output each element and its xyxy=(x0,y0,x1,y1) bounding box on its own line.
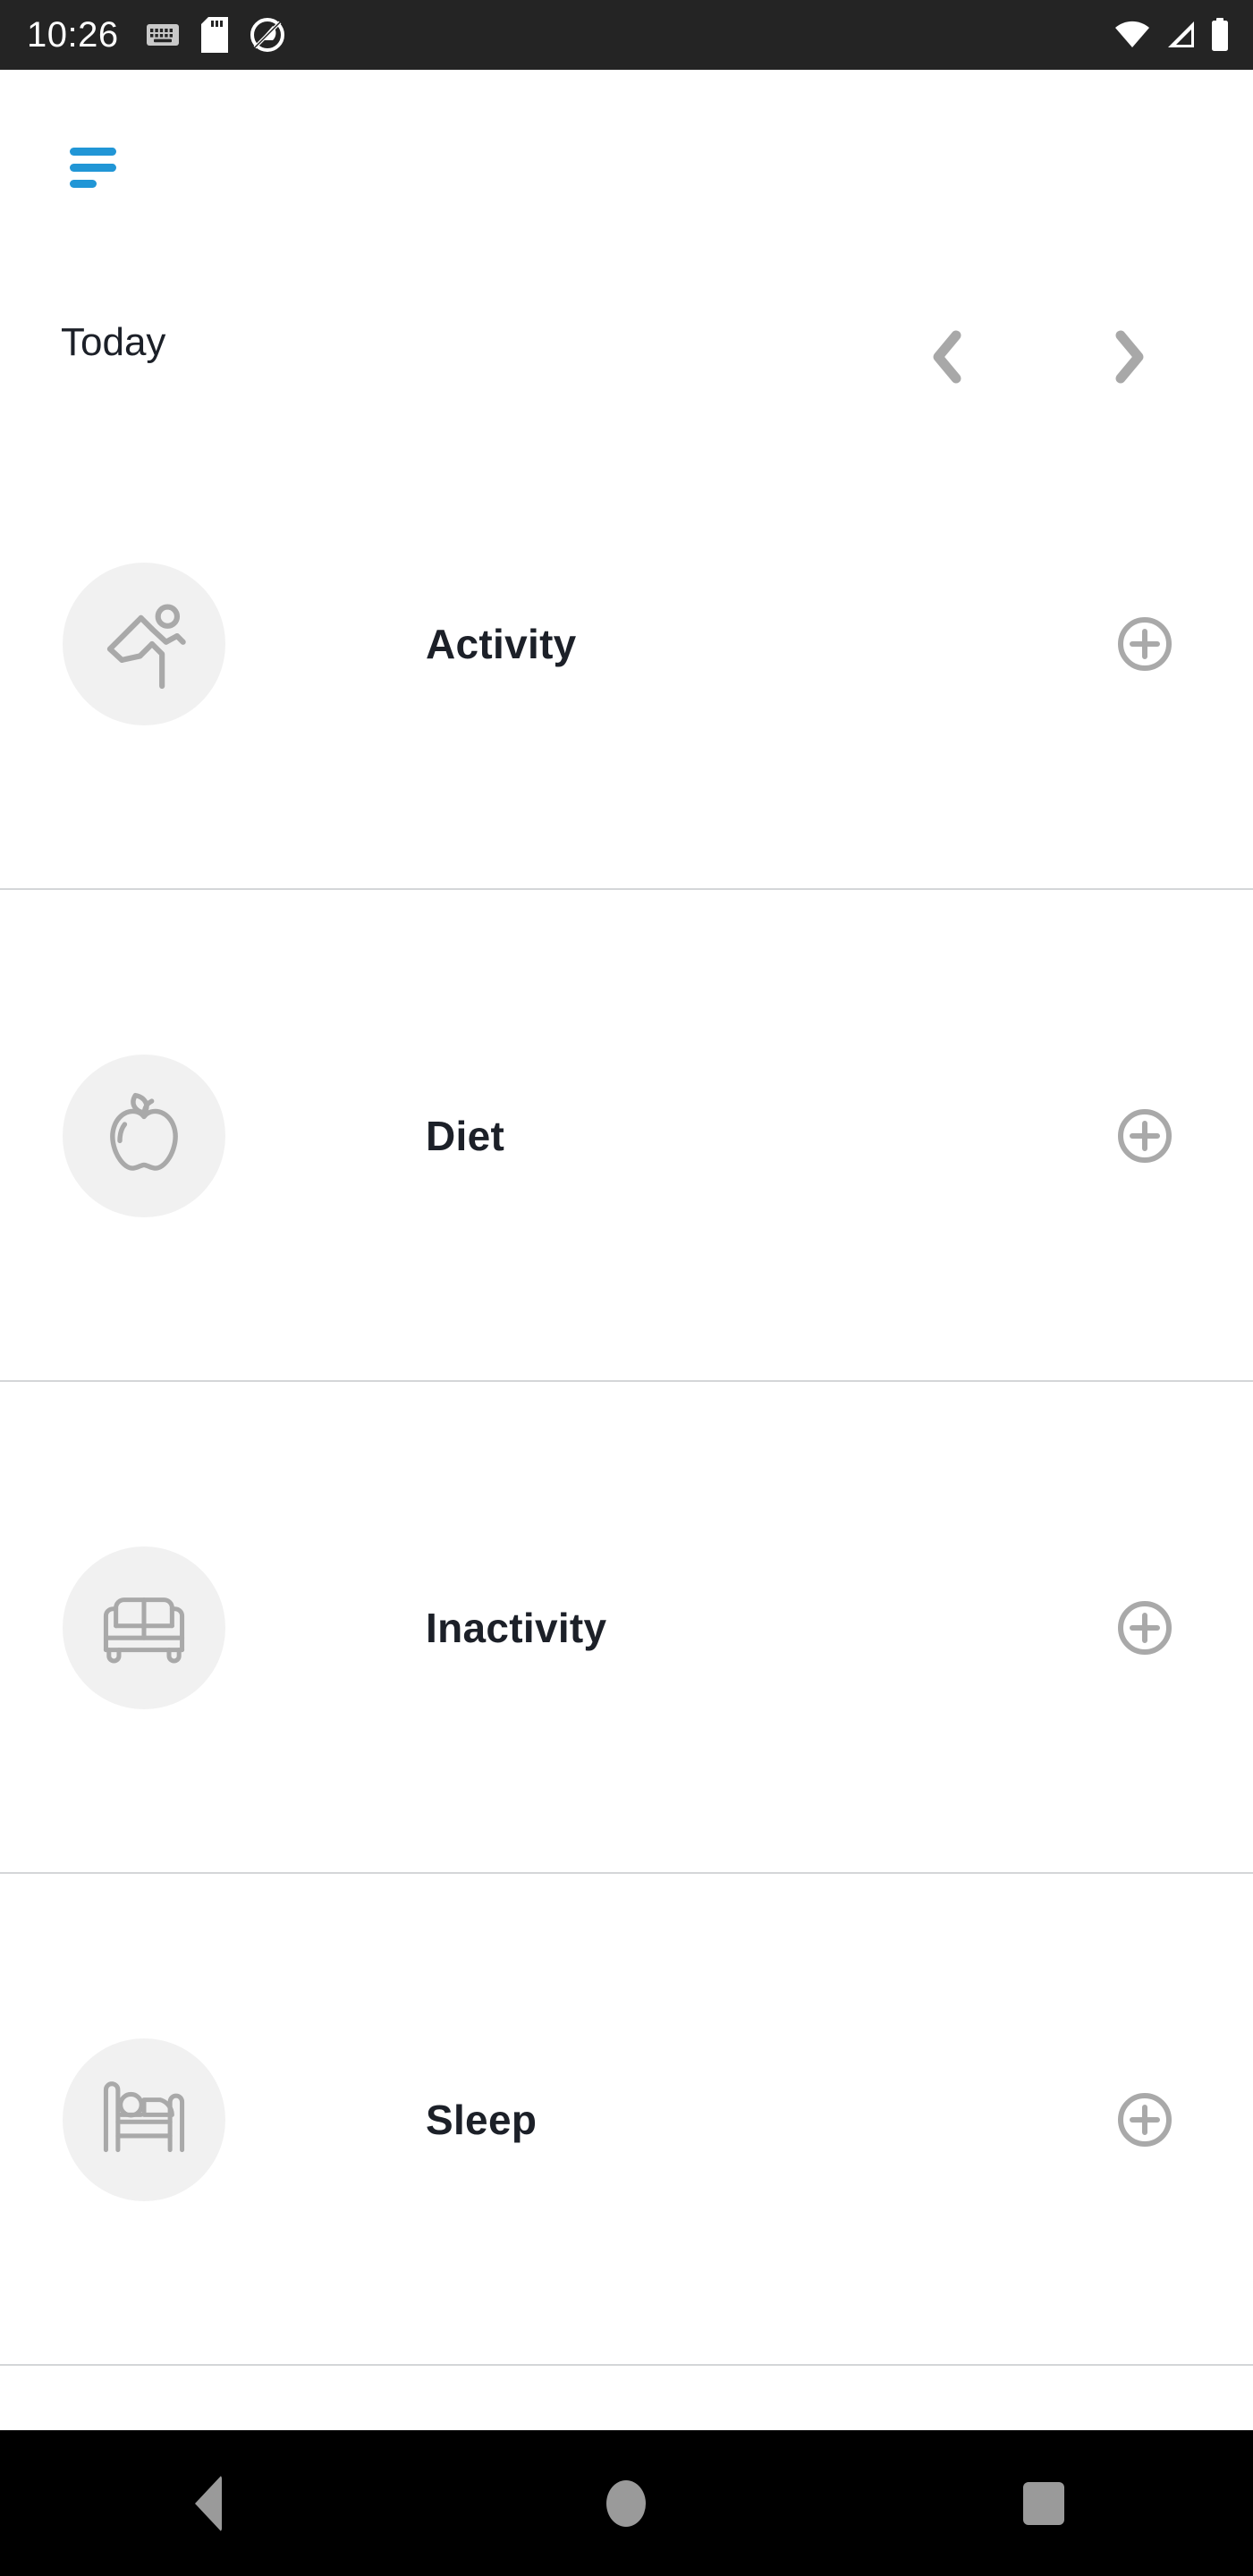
category-icon-container xyxy=(63,563,225,725)
running-person-icon xyxy=(106,604,186,690)
cellular-signal-icon xyxy=(1168,21,1194,47)
plus-circle-icon xyxy=(1118,617,1172,671)
list-item[interactable]: Activity xyxy=(0,398,1253,890)
category-label: Inactivity xyxy=(426,1605,607,1651)
wifi-icon xyxy=(1115,21,1149,47)
plus-circle-icon xyxy=(1118,1109,1172,1163)
app-top-bar xyxy=(0,70,1253,182)
category-label: Activity xyxy=(426,621,577,667)
hamburger-line-2 xyxy=(70,164,116,172)
status-bar-right-icons xyxy=(1113,18,1230,52)
apple-icon xyxy=(110,1092,178,1171)
category-list: Activity Diet Inactivity Sleep xyxy=(0,398,1253,2366)
hamburger-menu-icon[interactable] xyxy=(70,148,123,188)
add-inactivity-button[interactable] xyxy=(1117,1600,1173,1656)
battery-icon xyxy=(1212,18,1228,51)
add-activity-button[interactable] xyxy=(1117,616,1173,672)
bed-icon xyxy=(103,2081,185,2153)
list-item[interactable]: Sleep xyxy=(0,1874,1253,2366)
android-q-icon xyxy=(250,18,284,52)
keyboard-icon xyxy=(146,24,179,46)
nav-back-button[interactable] xyxy=(0,2430,418,2576)
add-diet-button[interactable] xyxy=(1117,1108,1173,1164)
hamburger-line-1 xyxy=(70,148,116,156)
category-label: Sleep xyxy=(426,2097,538,2143)
category-label: Diet xyxy=(426,1113,505,1159)
app-root: 10:26 Today Activity Diet Inactivity Sle… xyxy=(0,0,1253,2576)
nav-home-button[interactable] xyxy=(418,2430,835,2576)
status-bar: 10:26 xyxy=(0,0,1253,70)
plus-circle-icon xyxy=(1118,2093,1172,2147)
previous-day-button[interactable] xyxy=(905,314,991,400)
recents-square-icon xyxy=(1023,2481,1065,2525)
status-bar-left-icons xyxy=(146,17,285,53)
category-icon-container xyxy=(63,1055,225,1217)
chevron-right-icon xyxy=(1115,330,1144,384)
chevron-left-icon xyxy=(933,330,961,384)
next-day-button[interactable] xyxy=(1086,314,1172,400)
sofa-icon xyxy=(103,1597,185,1664)
list-divider xyxy=(0,2364,1253,2366)
category-icon-container xyxy=(63,1546,225,1709)
hamburger-line-3 xyxy=(70,180,97,188)
add-sleep-button[interactable] xyxy=(1117,2092,1173,2148)
list-item[interactable]: Diet xyxy=(0,890,1253,1382)
status-bar-clock: 10:26 xyxy=(27,15,119,55)
date-navigation-bar: Today xyxy=(0,318,1253,398)
plus-circle-icon xyxy=(1118,1601,1172,1655)
list-item[interactable]: Inactivity xyxy=(0,1382,1253,1874)
back-triangle-icon xyxy=(195,2474,223,2532)
sd-card-icon xyxy=(200,17,228,53)
current-date-label: Today xyxy=(61,320,166,364)
android-navigation-bar xyxy=(0,2430,1253,2576)
category-icon-container xyxy=(63,2038,225,2201)
nav-recents-button[interactable] xyxy=(835,2430,1253,2576)
home-circle-icon xyxy=(606,2479,647,2527)
